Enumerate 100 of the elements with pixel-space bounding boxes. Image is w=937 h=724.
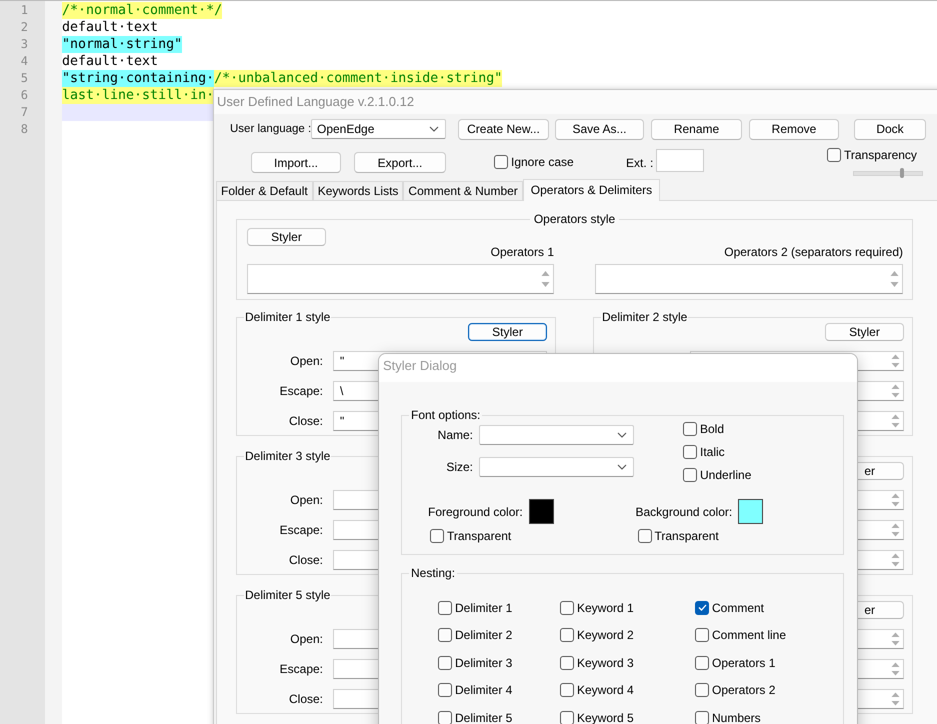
line-number: 4 [20, 53, 28, 70]
field-label: Operators 2 (separators required) [723, 245, 903, 259]
field-label: Close: [288, 553, 323, 567]
chevron-down-icon [617, 432, 627, 438]
line-number: 2 [20, 19, 28, 36]
import-button[interactable]: Import... [251, 152, 341, 173]
checkbox[interactable] [438, 628, 452, 642]
checkbox-label: Delimiter 1 [455, 600, 512, 615]
export-button[interactable]: Export... [354, 152, 446, 173]
checkbox[interactable] [560, 683, 574, 698]
spin-arrows-icon [891, 661, 900, 677]
line-number: 8 [20, 121, 28, 138]
code-text: /*·unbalanced·comment·inside·string" [214, 70, 502, 87]
checkbox[interactable] [695, 600, 709, 615]
group-title: Font options: [410, 408, 482, 422]
tab[interactable]: Folder & Default [216, 181, 313, 200]
spin-arrows-icon [890, 269, 899, 289]
checkbox[interactable] [438, 600, 452, 615]
checkbox-label: Underline [700, 468, 752, 482]
spin-arrows-icon [891, 631, 900, 647]
checkbox-label: Bold [700, 422, 724, 436]
checkbox-label: Transparent [654, 529, 719, 543]
field-label: Open: [289, 354, 323, 368]
color-swatch[interactable] [528, 499, 554, 524]
field-label: Close: [288, 692, 323, 706]
checkbox[interactable] [695, 628, 709, 642]
styler-button[interactable]: Styler [247, 228, 326, 246]
line-number: 5 [20, 70, 28, 87]
spin-arrows-icon [891, 413, 900, 429]
font-size-dropdown[interactable] [479, 457, 634, 477]
checkbox[interactable] [695, 683, 709, 698]
spin-arrows-icon [891, 552, 900, 568]
checkbox[interactable] [438, 710, 452, 724]
field-label: Foreground color: [428, 504, 523, 518]
field-label: Escape: [278, 523, 323, 537]
checkbox[interactable] [683, 468, 697, 482]
spin-arrows-icon [891, 691, 900, 707]
spin-arrows-icon [891, 522, 900, 538]
group-title: Delimiter 5 style [244, 588, 332, 602]
spin-arrows-icon [891, 492, 900, 508]
code-text: default·text [62, 53, 158, 70]
checkbox[interactable] [827, 148, 841, 162]
text-area[interactable] [247, 264, 554, 294]
code-text: default·text [62, 19, 158, 36]
tab[interactable]: Operators & Delimiters [522, 179, 660, 201]
tab[interactable]: Comment & Number [403, 181, 523, 200]
checkbox[interactable] [438, 683, 452, 698]
field-label: Close: [288, 414, 323, 428]
tab[interactable]: Keywords Lists [312, 181, 404, 200]
spin-arrows-icon [891, 383, 900, 399]
checkbox[interactable] [438, 656, 452, 670]
checkbox[interactable] [695, 710, 709, 724]
checkbox-label: Operators 2 [712, 683, 776, 698]
checkbox-label: Delimiter 5 [455, 710, 512, 724]
code-text: "string·containing· [62, 70, 214, 87]
line-number: 1 [20, 2, 28, 19]
font-name-dropdown[interactable] [479, 425, 634, 445]
checkbox[interactable] [560, 710, 574, 724]
checkbox[interactable] [683, 422, 697, 436]
checkbox-label: Delimiter 3 [455, 656, 512, 670]
checkbox-label: Keyword 4 [577, 683, 634, 698]
checkbox[interactable] [560, 656, 574, 670]
color-swatch[interactable] [738, 499, 764, 524]
checkbox[interactable] [695, 656, 709, 670]
checkbox[interactable] [560, 600, 574, 615]
slider-track[interactable] [853, 171, 923, 176]
checkbox-label: Keyword 2 [577, 628, 634, 642]
dialog-button[interactable]: Dock [854, 118, 926, 140]
checkbox-label: Numbers [712, 710, 761, 724]
language-dropdown[interactable]: OpenEdge [311, 119, 446, 139]
code-text: last·line·still·in· [62, 87, 214, 104]
spin-arrows-icon [541, 269, 550, 289]
checkbox[interactable] [430, 529, 444, 543]
group-title: Delimiter 2 style [601, 310, 688, 324]
checkbox-label: Comment [712, 600, 764, 615]
text-area[interactable] [595, 264, 903, 294]
checkbox[interactable] [560, 628, 574, 642]
checkbox[interactable] [638, 529, 652, 543]
dialog-button[interactable]: Remove [749, 118, 839, 140]
group-title: Delimiter 3 style [244, 449, 332, 463]
checkbox-label: Italic [700, 445, 725, 459]
spin-arrows-icon [891, 353, 900, 369]
code-text: "normal·string" [62, 36, 182, 53]
group-title: Operators style [532, 212, 616, 226]
field-label: Background color: [636, 504, 732, 518]
dialog-button[interactable]: Create New... [458, 118, 549, 140]
checkbox-label: Keyword 5 [577, 710, 634, 724]
styler-button[interactable]: Styler [468, 323, 547, 341]
chevron-down-icon [429, 126, 439, 132]
checkmark-icon [698, 603, 706, 612]
dialog-button[interactable]: Rename [651, 118, 742, 140]
dialog-button[interactable]: Save As... [555, 118, 644, 140]
checkbox[interactable] [683, 445, 697, 459]
slider-thumb[interactable] [900, 168, 904, 178]
extension-field[interactable] [656, 149, 704, 172]
field-label: Operators 1 [490, 245, 554, 259]
styler-button[interactable]: Styler [825, 323, 904, 341]
checkbox[interactable] [494, 155, 508, 169]
field-label: Name: [436, 428, 473, 442]
line-number: 7 [20, 104, 28, 121]
